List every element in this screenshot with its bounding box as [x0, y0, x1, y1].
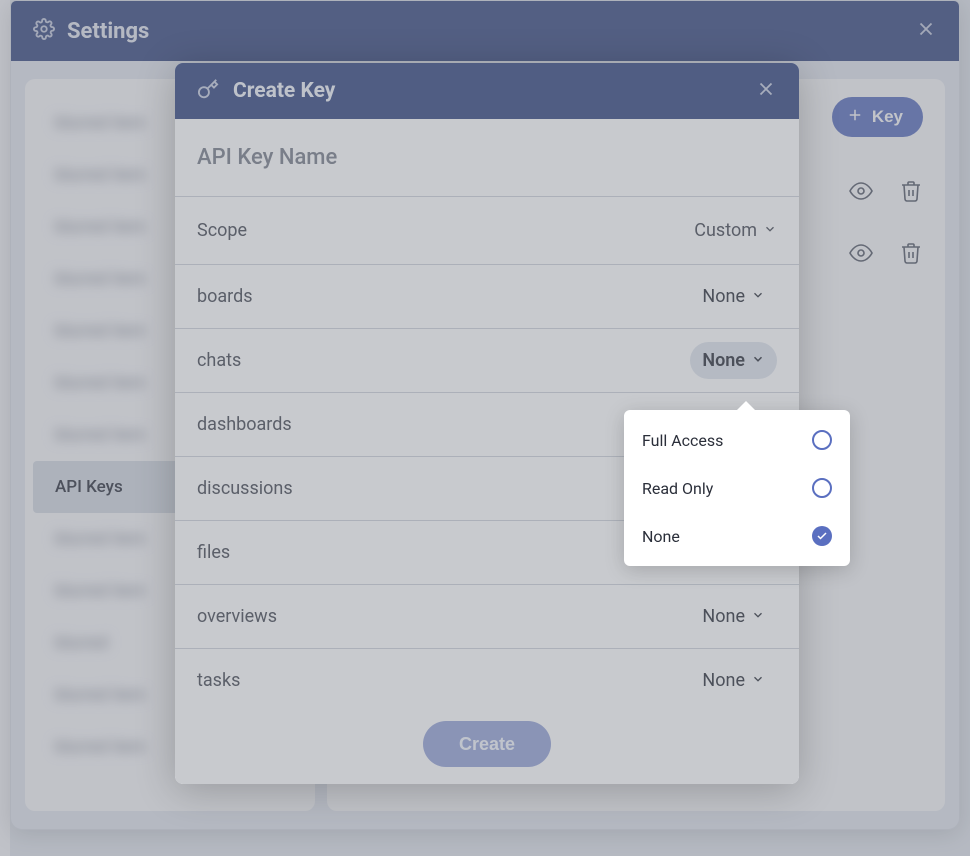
- permission-popover: Full Access Read Only None: [624, 410, 850, 566]
- chevron-down-icon: [763, 220, 777, 241]
- radio-unchecked-icon: [812, 430, 832, 450]
- permission-value-text: None: [702, 670, 745, 691]
- permission-select-boards[interactable]: None: [690, 278, 777, 315]
- scope-row: Scope Custom: [175, 197, 799, 265]
- modal-close-icon[interactable]: [755, 78, 777, 104]
- scope-select[interactable]: Custom: [694, 220, 777, 241]
- popover-option-read-only[interactable]: Read Only: [624, 464, 850, 512]
- permission-row-tasks: tasks None: [175, 649, 799, 704]
- permission-value-text: None: [702, 350, 745, 371]
- api-key-name-placeholder: API Key Name: [197, 145, 337, 170]
- permission-row-boards: boards None: [175, 265, 799, 329]
- permission-value-text: None: [702, 606, 745, 627]
- scope-value-text: Custom: [694, 220, 757, 241]
- modal-title: Create Key: [233, 79, 741, 103]
- popover-option-full-access[interactable]: Full Access: [624, 416, 850, 464]
- permission-select-overviews[interactable]: None: [690, 598, 777, 635]
- modal-header: Create Key: [175, 63, 799, 119]
- permission-label: boards: [197, 286, 690, 307]
- chevron-down-icon: [751, 670, 765, 691]
- create-button[interactable]: Create: [423, 721, 551, 767]
- chevron-down-icon: [751, 350, 765, 371]
- popover-option-label: None: [642, 527, 680, 546]
- permission-label: tasks: [197, 670, 690, 691]
- permission-label: overviews: [197, 606, 690, 627]
- permission-row-overviews: overviews None: [175, 585, 799, 649]
- permission-value-text: None: [702, 286, 745, 307]
- chevron-down-icon: [751, 286, 765, 307]
- radio-checked-icon: [812, 526, 832, 546]
- key-icon: [197, 78, 219, 104]
- radio-unchecked-icon: [812, 478, 832, 498]
- permission-select-chats[interactable]: None: [690, 342, 777, 379]
- permission-label: chats: [197, 350, 690, 371]
- popover-option-label: Read Only: [642, 479, 713, 498]
- permission-row-chats: chats None: [175, 329, 799, 393]
- scope-label: Scope: [197, 220, 694, 241]
- api-key-name-row[interactable]: API Key Name: [175, 119, 799, 197]
- modal-footer: Create: [175, 704, 799, 784]
- chevron-down-icon: [751, 606, 765, 627]
- popover-option-label: Full Access: [642, 431, 723, 450]
- popover-option-none[interactable]: None: [624, 512, 850, 560]
- permission-select-tasks[interactable]: None: [690, 662, 777, 699]
